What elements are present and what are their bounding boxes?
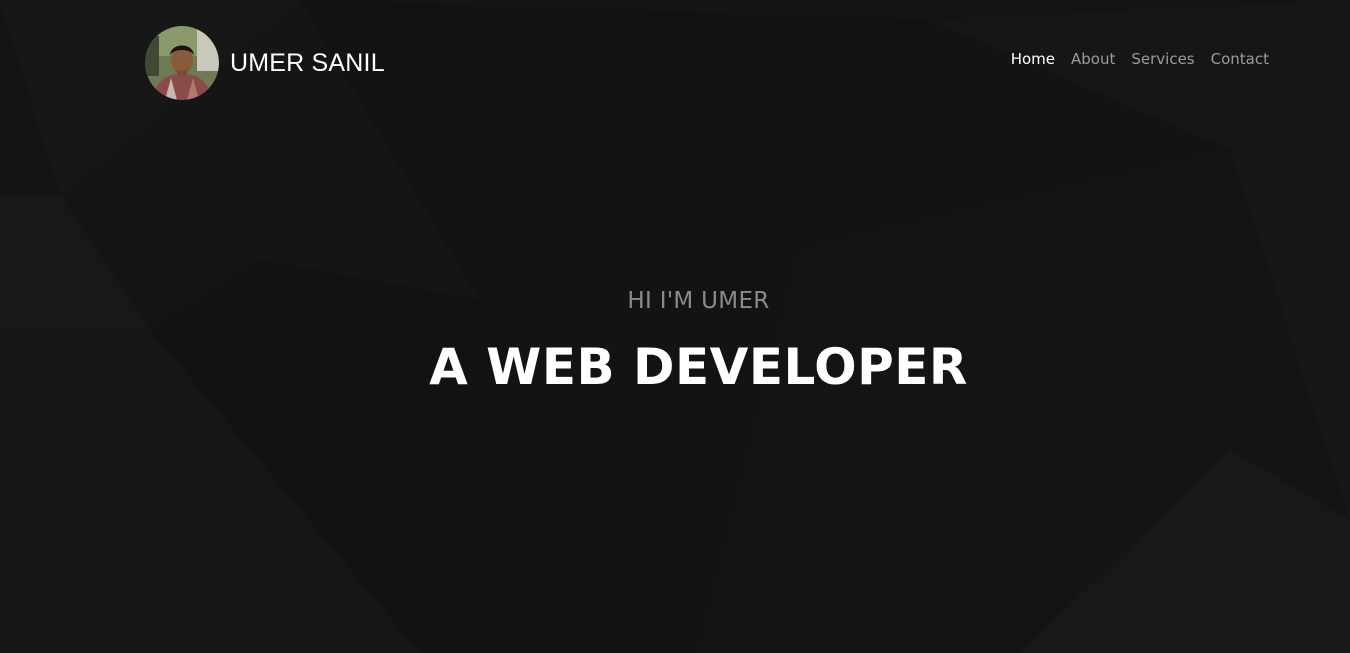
nav-link-contact[interactable]: Contact [1211,49,1269,69]
main-nav: Home About Services Contact [1011,49,1269,69]
site-header: UMER SANIL Home About Services Contact [0,0,1350,124]
nav-link-about[interactable]: About [1071,49,1115,69]
nav-link-services[interactable]: Services [1131,49,1194,69]
hero-subtitle: HI I'M UMER [627,288,770,314]
profile-photo-icon [145,25,219,100]
hero-section: HI I'M UMER A WEB DEVELOPER [0,280,1350,397]
hero-title: A WEB DEVELOPER [429,338,968,396]
avatar [145,25,219,100]
brand[interactable]: UMER SANIL [145,25,385,100]
brand-name: UMER SANIL [230,49,385,77]
nav-link-home[interactable]: Home [1011,49,1055,69]
